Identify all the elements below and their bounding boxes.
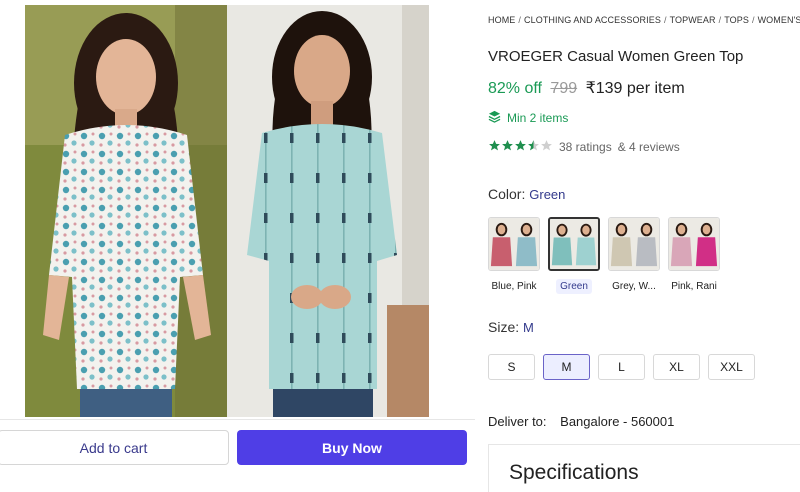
add-to-cart-button[interactable]: Add to cart bbox=[0, 430, 229, 465]
color-option[interactable]: Grey, W... bbox=[608, 217, 660, 294]
size-option-s[interactable]: S bbox=[488, 354, 535, 380]
color-option[interactable]: Green bbox=[548, 217, 600, 294]
product-image-green[interactable] bbox=[227, 5, 429, 417]
delivery-row[interactable]: Deliver to: Bangalore - 560001 bbox=[488, 414, 674, 429]
rating-stars bbox=[488, 139, 553, 155]
breadcrumb-separator: / bbox=[663, 15, 667, 25]
breadcrumb-separator: / bbox=[518, 15, 522, 25]
color-label-text: Color: bbox=[488, 186, 526, 202]
product-title: VROEGER Casual Women Green Top bbox=[488, 48, 744, 65]
specifications-section: Specifications bbox=[488, 444, 800, 492]
color-option-label: Grey, W... bbox=[612, 281, 656, 292]
rating-row[interactable]: 38 ratings & 4 reviews bbox=[488, 139, 680, 155]
ratings-count: 38 ratings bbox=[559, 140, 612, 154]
color-option-thumbnail bbox=[668, 217, 720, 271]
star-icon bbox=[488, 139, 501, 155]
buy-now-button[interactable]: Buy Now bbox=[237, 430, 467, 465]
selected-color: Green bbox=[529, 187, 566, 202]
breadcrumb-clothing[interactable]: CLOTHING AND ACCESSORIES bbox=[524, 15, 661, 25]
specifications-title: Specifications bbox=[509, 461, 639, 484]
deliver-label: Deliver to: bbox=[488, 414, 547, 429]
color-option-thumbnail bbox=[608, 217, 660, 271]
size-option-xxl[interactable]: XXL bbox=[708, 354, 755, 380]
color-option-label: Blue, Pink bbox=[491, 281, 537, 292]
size-option-m[interactable]: M bbox=[543, 354, 590, 380]
size-options: S M L XL XXL bbox=[488, 354, 755, 380]
selling-price: ₹139 per item bbox=[585, 80, 685, 97]
model-photo-green bbox=[227, 5, 429, 417]
breadcrumb: HOME / CLOTHING AND ACCESSORIES / TOPWEAR / TO… bbox=[488, 15, 800, 25]
action-bar: Add to cart Buy Now bbox=[0, 419, 475, 492]
discount-text: 82% off bbox=[488, 80, 542, 97]
price-row: 82% off 799 ₹139 per item bbox=[488, 78, 685, 98]
model-photo-printed bbox=[25, 5, 227, 417]
color-option-thumbnail bbox=[548, 217, 600, 271]
size-label-text: Size: bbox=[488, 319, 520, 335]
breadcrumb-separator: / bbox=[718, 15, 722, 25]
color-swatches: Blue, Pink Green Grey, W... Pink, Rani bbox=[488, 217, 720, 294]
breadcrumb-tops[interactable]: TOPS bbox=[724, 15, 749, 25]
min-order-row: Min 2 items bbox=[488, 110, 568, 126]
size-option-l[interactable]: L bbox=[598, 354, 645, 380]
layers-icon bbox=[488, 110, 501, 126]
product-gallery[interactable] bbox=[25, 5, 429, 417]
star-icon bbox=[501, 139, 514, 155]
product-image-printed[interactable] bbox=[25, 5, 227, 417]
breadcrumb-separator: / bbox=[751, 15, 755, 25]
star-icon bbox=[540, 139, 553, 155]
breadcrumb-womens-tops[interactable]: WOMEN'S TOPS bbox=[758, 15, 800, 25]
size-section-label: Size: M bbox=[488, 319, 534, 335]
color-option-thumbnail bbox=[488, 217, 540, 271]
product-page: Add to cart Buy Now HOME / CLOTHING AND AC… bbox=[0, 0, 800, 492]
color-section-label: Color: Green bbox=[488, 186, 565, 202]
color-option[interactable]: Blue, Pink bbox=[488, 217, 540, 294]
star-icon bbox=[527, 139, 540, 155]
mrp-price: 799 bbox=[550, 80, 578, 97]
size-option-xl[interactable]: XL bbox=[653, 354, 700, 380]
deliver-location[interactable]: Bangalore - 560001 bbox=[560, 414, 674, 429]
color-option[interactable]: Pink, Rani bbox=[668, 217, 720, 294]
reviews-count: & 4 reviews bbox=[617, 140, 680, 154]
min-order-text: Min 2 items bbox=[507, 111, 569, 125]
color-option-label: Pink, Rani bbox=[671, 281, 717, 292]
product-info: HOME / CLOTHING AND ACCESSORIES / TOPWEAR / TO… bbox=[488, 0, 800, 492]
star-icon bbox=[514, 139, 527, 155]
selected-size: M bbox=[523, 320, 534, 335]
breadcrumb-topwear[interactable]: TOPWEAR bbox=[670, 15, 716, 25]
color-option-label: Green bbox=[556, 279, 592, 294]
breadcrumb-home[interactable]: HOME bbox=[488, 15, 515, 25]
